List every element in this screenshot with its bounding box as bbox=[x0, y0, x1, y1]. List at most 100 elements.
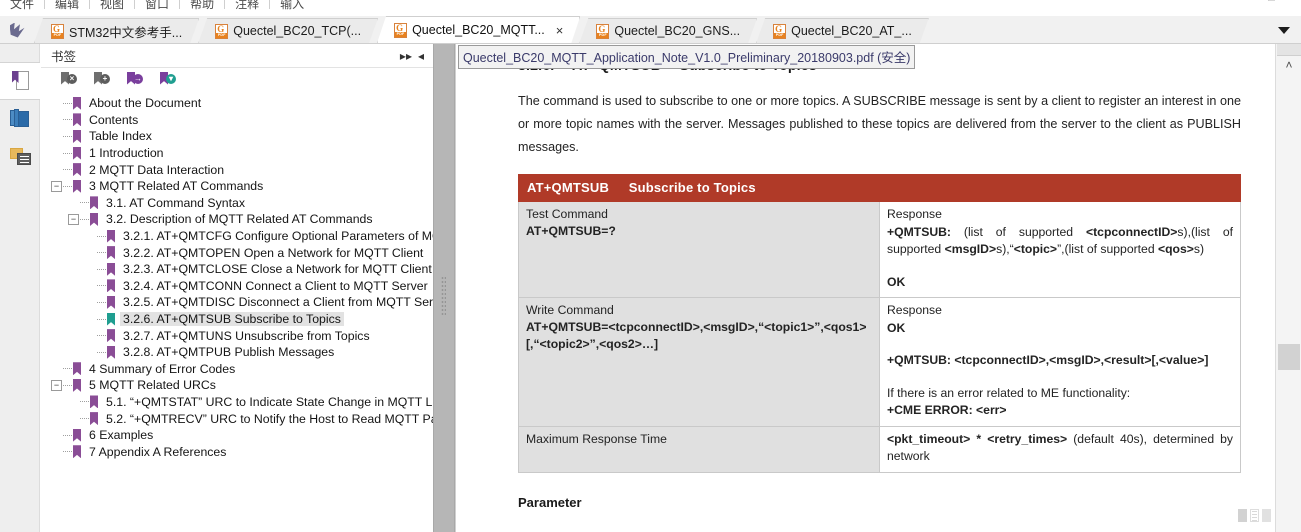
bookmark-icon bbox=[73, 163, 81, 177]
bookmark-item-label: 3.2.7. AT+QMTUNS Unsubscribe from Topics bbox=[123, 328, 370, 343]
bookmark-icon bbox=[107, 295, 115, 309]
bookmark-item[interactable]: About the Document bbox=[41, 95, 433, 112]
viewer-scrollbar[interactable]: ˄ bbox=[1275, 44, 1301, 532]
bookmark-icon bbox=[107, 229, 115, 243]
menu-item-6[interactable]: 输入 bbox=[270, 0, 314, 12]
bookmark-item[interactable]: − 3 MQTT Related AT Commands bbox=[41, 178, 433, 195]
tree-connector bbox=[63, 169, 72, 171]
bookmark-item[interactable]: − 5 MQTT Related URCs bbox=[41, 377, 433, 394]
bookmark-item-label: 3.1. AT Command Syntax bbox=[106, 195, 245, 210]
document-tab-3[interactable]: Quectel_BC20_GNS... bbox=[579, 18, 757, 43]
tree-connector bbox=[97, 318, 106, 320]
write-command-right-cell: Response OK +QMTSUB: <tcpconnectID>,<msg… bbox=[879, 297, 1241, 427]
bookmark-item[interactable]: 3.2.1. AT+QMTCFG Configure Optional Para… bbox=[41, 228, 433, 245]
menu-bar: 文件编辑视图窗口帮助注释输入 – □ × bbox=[0, 0, 1301, 16]
continuous-view-icon[interactable] bbox=[1250, 509, 1259, 522]
tree-connector bbox=[63, 135, 72, 137]
bookmark-item-label: 3.2.3. AT+QMTCLOSE Close a Network for M… bbox=[123, 262, 432, 277]
bookmark-item[interactable]: 3.2.3. AT+QMTCLOSE Close a Network for M… bbox=[41, 261, 433, 278]
document-tab-4[interactable]: Quectel_BC20_AT_... bbox=[756, 18, 929, 43]
menu-item-0[interactable]: 文件 bbox=[0, 0, 44, 12]
bookmark-item[interactable]: 3.2.7. AT+QMTUNS Unsubscribe from Topics bbox=[41, 327, 433, 344]
collapse-toggle-icon[interactable]: − bbox=[68, 213, 79, 225]
resp-token-i: <qos> bbox=[1158, 242, 1194, 256]
menu-item-2[interactable]: 视图 bbox=[90, 0, 134, 12]
tree-connector bbox=[80, 218, 89, 220]
badge-glyph: ▾ bbox=[166, 73, 176, 84]
bookmark-item[interactable]: 4 Summary of Error Codes bbox=[41, 361, 433, 378]
bookmark-goto-icon[interactable]: → bbox=[127, 71, 143, 86]
bookmark-item[interactable]: 1 Introduction bbox=[41, 145, 433, 162]
bookmark-item[interactable]: 3.1. AT Command Syntax bbox=[41, 195, 433, 212]
main-body: 书签 ▸▸ ◂ × + → ▾ About the Document Contents T… bbox=[0, 44, 1301, 532]
document-tab-0[interactable]: STM32中文参考手... bbox=[34, 18, 199, 43]
bookmarks-panel: 书签 ▸▸ ◂ × + → ▾ About the Document Contents T… bbox=[41, 44, 433, 532]
menu-item-1[interactable]: 编辑 bbox=[45, 0, 89, 12]
menu-item-5[interactable]: 注释 bbox=[225, 0, 269, 12]
bookmark-icon bbox=[73, 113, 81, 127]
comments-pane-icon[interactable] bbox=[0, 138, 40, 176]
max-token-c: <retry_times> bbox=[987, 431, 1068, 446]
bookmark-item[interactable]: 3.2.6. AT+QMTSUB Subscribe to Topics bbox=[41, 311, 433, 328]
facing-view-icon[interactable] bbox=[1262, 509, 1271, 522]
single-page-view-icon[interactable] bbox=[1238, 509, 1247, 522]
section-intro-paragraph: The command is used to subscribe to one … bbox=[518, 94, 1241, 154]
delete-bookmark-icon[interactable]: × bbox=[61, 71, 77, 86]
header-command: AT+QMTSUB bbox=[527, 180, 610, 195]
bookmark-icon bbox=[73, 96, 81, 110]
bookmark-icon bbox=[90, 412, 98, 426]
menu-item-4[interactable]: 帮助 bbox=[180, 0, 224, 12]
collapse-toggle-icon[interactable]: − bbox=[51, 379, 62, 391]
view-mode-icons[interactable] bbox=[1238, 509, 1271, 522]
expand-all-button[interactable]: ▸▸ bbox=[397, 49, 415, 63]
bookmark-item[interactable]: 5.1. “+QMTSTAT” URC to Indicate State Ch… bbox=[41, 394, 433, 411]
bookmark-item[interactable]: − 3.2. Description of MQTT Related AT Com… bbox=[41, 211, 433, 228]
close-tab-icon[interactable]: × bbox=[556, 24, 564, 37]
document-tab-2[interactable]: Quectel_BC20_MQTT... × bbox=[377, 16, 580, 43]
scrollbar-thumb[interactable] bbox=[1278, 344, 1300, 370]
pdf-file-icon bbox=[51, 24, 64, 39]
tree-connector bbox=[97, 285, 106, 287]
tab-overflow-button[interactable] bbox=[1267, 17, 1301, 43]
pdf-viewer: Quectel_BC20_MQTT_Application_Note_V1.0_… bbox=[455, 44, 1301, 532]
bookmark-item[interactable]: 5.2. “+QMTRECV” URC to Notify the Host t… bbox=[41, 410, 433, 427]
bookmark-item[interactable]: Table Index bbox=[41, 128, 433, 145]
scroll-up-icon[interactable]: ˄ bbox=[1276, 59, 1301, 71]
bookmark-icon bbox=[73, 129, 81, 143]
bookmark-icon bbox=[107, 279, 115, 293]
max-response-right-cell: <pkt_timeout> * <retry_times> (default 4… bbox=[879, 425, 1241, 473]
add-bookmark-icon[interactable]: + bbox=[94, 71, 110, 86]
bookmark-item[interactable]: 7 Appendix A References bbox=[41, 443, 433, 460]
bookmark-item[interactable]: 3.2.8. AT+QMTPUB Publish Messages bbox=[41, 344, 433, 361]
bookmark-item[interactable]: 2 MQTT Data Interaction bbox=[41, 161, 433, 178]
bookmark-item[interactable]: 3.2.4. AT+QMTCONN Connect a Client to MQ… bbox=[41, 278, 433, 295]
bookmark-item[interactable]: 3.2.5. AT+QMTDISC Disconnect a Client fr… bbox=[41, 294, 433, 311]
bookmark-item[interactable]: Contents bbox=[41, 112, 433, 129]
document-tab-1[interactable]: Quectel_BC20_TCP(... bbox=[198, 18, 378, 43]
write-command-syntax: AT+QMTSUB=<tcpconnectID>,<msgID>,“<topic… bbox=[526, 320, 867, 351]
bookmark-options-icon[interactable]: ▾ bbox=[160, 71, 176, 86]
bookmark-item[interactable]: 3.2.2. AT+QMTOPEN Open a Network for MQT… bbox=[41, 244, 433, 261]
collapse-toggle-icon[interactable]: − bbox=[51, 180, 62, 192]
document-tabs: STM32中文参考手... Quectel_BC20_TCP(... Quectel… bbox=[34, 15, 1267, 43]
menu-item-3[interactable]: 窗口 bbox=[135, 0, 179, 12]
collapse-panel-button[interactable]: ◂ bbox=[415, 49, 427, 63]
page-thumbnails-pane-icon[interactable] bbox=[0, 100, 40, 138]
panel-splitter[interactable] bbox=[433, 44, 455, 532]
resp-token-e: <msgID> bbox=[944, 242, 997, 256]
bookmark-icon bbox=[90, 212, 98, 226]
document-tab-label: Quectel_BC20_MQTT... bbox=[412, 23, 545, 37]
document-tab-label: Quectel_BC20_TCP(... bbox=[233, 24, 362, 38]
bookmark-item[interactable]: 6 Examples bbox=[41, 427, 433, 444]
window-controls[interactable]: – □ × bbox=[1252, 0, 1295, 4]
bookmarks-pane-icon[interactable] bbox=[0, 62, 40, 100]
